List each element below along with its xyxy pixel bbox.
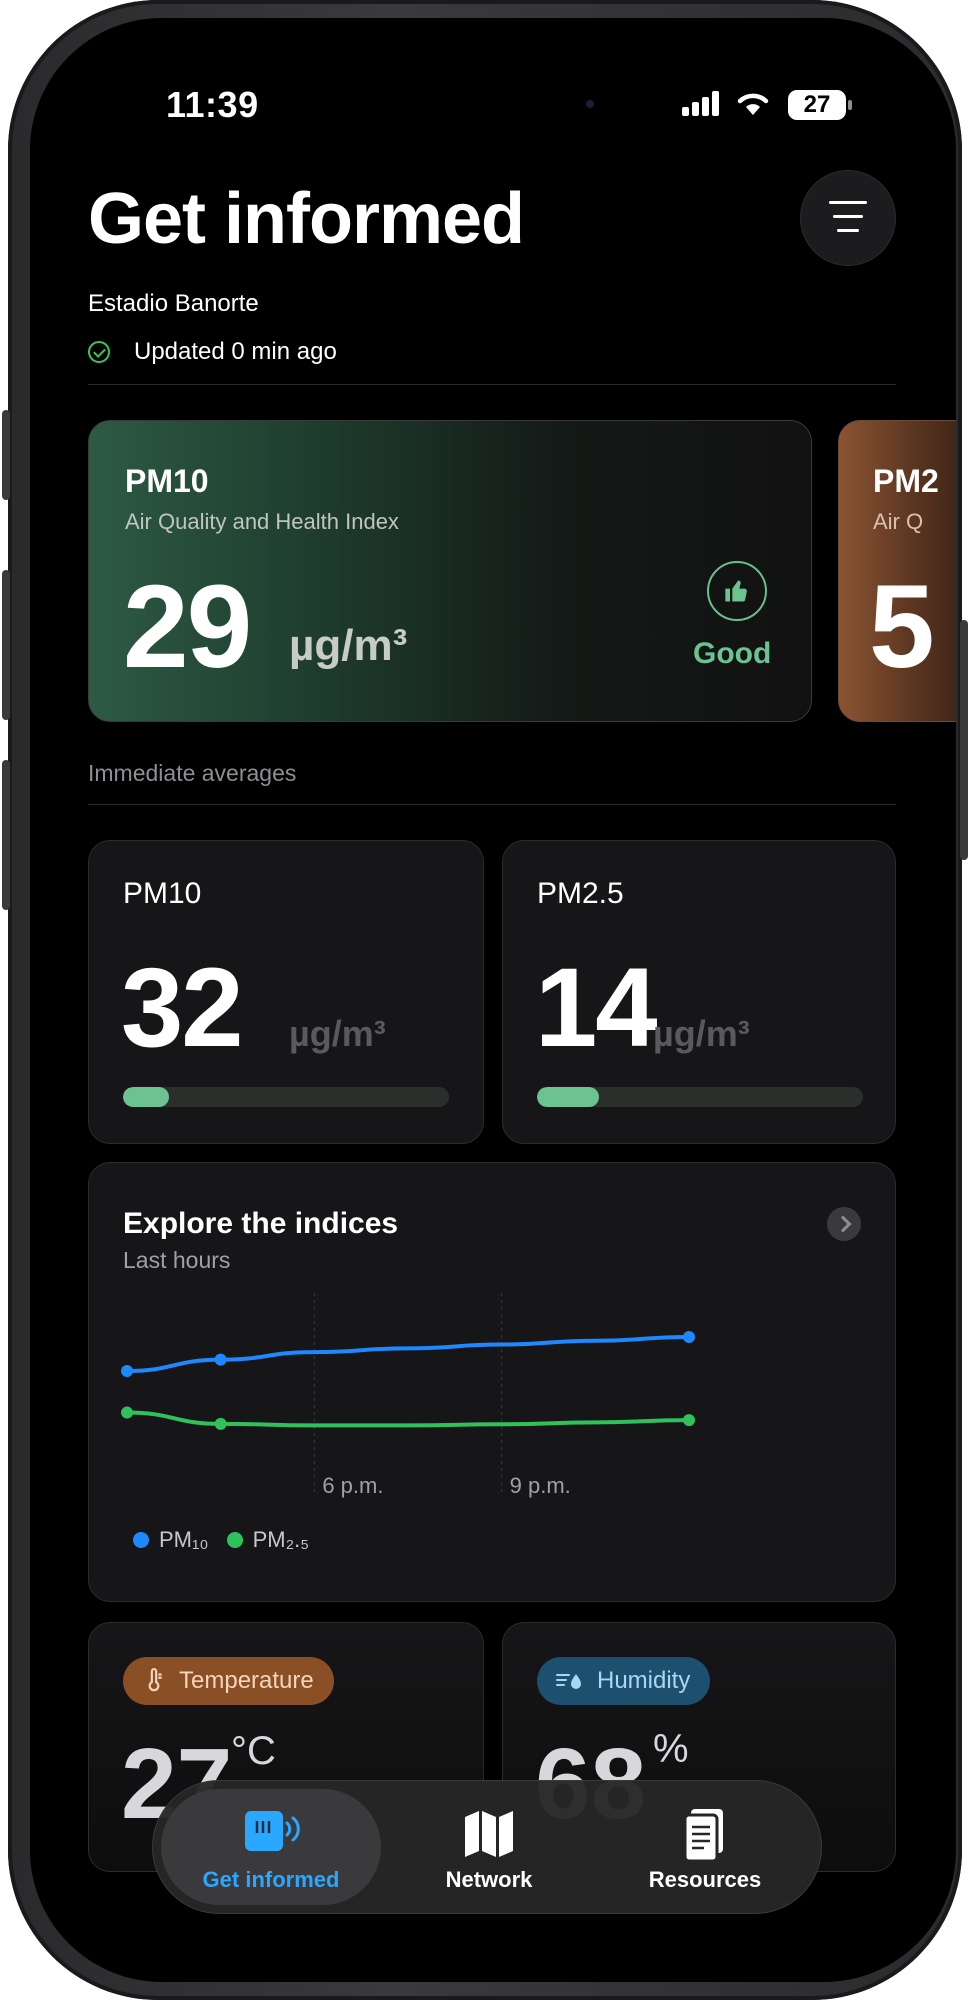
check-circle-icon <box>88 341 110 363</box>
tab-bar: Get informed Network Resources <box>152 1780 822 1914</box>
section-label: Immediate averages <box>88 760 297 786</box>
average-card-title: PM2.5 <box>537 877 624 910</box>
average-card-pm10[interactable]: PM10 32 µg/m³ <box>88 840 484 1144</box>
menu-line-icon <box>829 201 867 204</box>
divider <box>88 804 896 805</box>
wifi-icon <box>737 93 769 115</box>
average-card-pm25[interactable]: PM2.5 14 µg/m³ <box>502 840 896 1144</box>
legend-swatch-pm10 <box>133 1532 149 1548</box>
aqhi-card-subtitle: Air Quality and Health Index <box>125 509 399 534</box>
update-status: Updated 0 min ago <box>88 338 337 366</box>
average-card-title: PM10 <box>123 877 202 910</box>
tab-label: Resources <box>648 1867 762 1892</box>
divider <box>88 384 896 385</box>
humidity-icon <box>556 1674 581 1689</box>
level-bar-fill <box>537 1087 599 1107</box>
data-point-pm10 <box>683 1331 695 1343</box>
temperature-badge: Temperature <box>123 1657 334 1705</box>
humidity-label: Humidity <box>597 1667 691 1694</box>
x-tick-label: 6 p.m. <box>322 1473 383 1498</box>
data-point-pm25 <box>214 1417 227 1430</box>
level-bar-fill <box>123 1087 169 1107</box>
status-time: 11:39 <box>166 84 259 125</box>
explore-indices-card[interactable]: Explore the indices Last hours 6 p.m. 9 p… <box>88 1162 896 1602</box>
data-point-pm25 <box>121 1406 133 1419</box>
peek-card-title: PM2 <box>873 463 939 499</box>
average-card-unit: µg/m³ <box>289 1013 386 1054</box>
humidity-badge: Humidity <box>537 1657 711 1705</box>
menu-line-icon <box>837 229 859 232</box>
power-button <box>960 620 968 860</box>
tab-label: Network <box>445 1867 533 1892</box>
line-chart: 6 p.m. 9 p.m. <box>121 1293 695 1498</box>
filter-menu-button[interactable] <box>800 170 896 266</box>
data-point-pm10 <box>214 1353 227 1366</box>
air-quality-status: Good <box>693 637 772 670</box>
volume-up-button <box>2 570 10 720</box>
tab-resources[interactable]: Resources <box>595 1789 815 1905</box>
legend-label-pm10: PM₁₀ <box>159 1527 209 1552</box>
location-name: Estadio Banorte <box>88 290 259 317</box>
average-card-value: 14 <box>535 945 658 1070</box>
thermometer-icon <box>148 1668 162 1692</box>
cellular-signal-icon <box>682 90 722 116</box>
tab-label: Get informed <box>202 1867 340 1892</box>
chart-legend: PM₁₀ PM₂.₅ <box>133 1527 309 1553</box>
peek-card-value: 5 <box>869 561 935 693</box>
tab-get-informed[interactable]: Get informed <box>161 1789 381 1905</box>
phone-frame: 11:39 27 Get informed Estadio Banorte Up… <box>2 0 968 2000</box>
data-point-pm10 <box>121 1365 133 1377</box>
document-icon <box>683 1809 723 1863</box>
aqhi-card-pm10[interactable]: PM10 Air Quality and Health Index 29 µg/… <box>88 420 812 722</box>
x-tick-label: 9 p.m. <box>510 1473 571 1498</box>
level-bar <box>537 1087 863 1107</box>
aqhi-card-value: 29 <box>123 561 252 693</box>
page-title: Get informed <box>88 179 525 259</box>
screen: 11:39 27 Get informed Estadio Banorte Up… <box>30 18 956 1982</box>
action-button <box>2 410 10 500</box>
legend-swatch-pm25 <box>226 1532 243 1548</box>
data-point-pm25 <box>683 1414 695 1427</box>
aqhi-card-title: PM10 <box>125 463 209 499</box>
thumbs-up-icon <box>707 561 767 621</box>
volume-down-button <box>2 760 10 910</box>
chart-title: Explore the indices <box>123 1207 399 1240</box>
legend-label-pm25: PM₂.₅ <box>252 1527 310 1552</box>
level-bar <box>123 1087 449 1107</box>
series-line-pm10 <box>125 1335 691 1373</box>
average-card-unit: µg/m³ <box>653 1013 750 1054</box>
update-status-text: Updated 0 min ago <box>134 338 337 365</box>
chart-subtitle: Last hours <box>123 1247 231 1273</box>
chevron-right-icon[interactable] <box>827 1207 861 1241</box>
peek-card-subtitle: Air Q <box>873 509 924 534</box>
humidity-unit: % <box>653 1727 689 1771</box>
aqhi-card-pm25-peek[interactable]: PM2 Air Q 5 <box>838 420 956 722</box>
series-line-pm25 <box>125 1410 691 1428</box>
aqhi-card-unit: µg/m³ <box>289 621 408 670</box>
camera-dot <box>586 100 594 108</box>
average-card-value: 32 <box>121 945 244 1070</box>
map-icon <box>465 1811 513 1857</box>
temperature-unit: °C <box>231 1729 276 1773</box>
menu-line-icon <box>833 215 863 218</box>
tab-network[interactable]: Network <box>379 1789 599 1905</box>
sensor-icon <box>245 1811 300 1851</box>
battery-indicator: 27 <box>788 90 852 120</box>
temperature-label: Temperature <box>179 1667 314 1694</box>
